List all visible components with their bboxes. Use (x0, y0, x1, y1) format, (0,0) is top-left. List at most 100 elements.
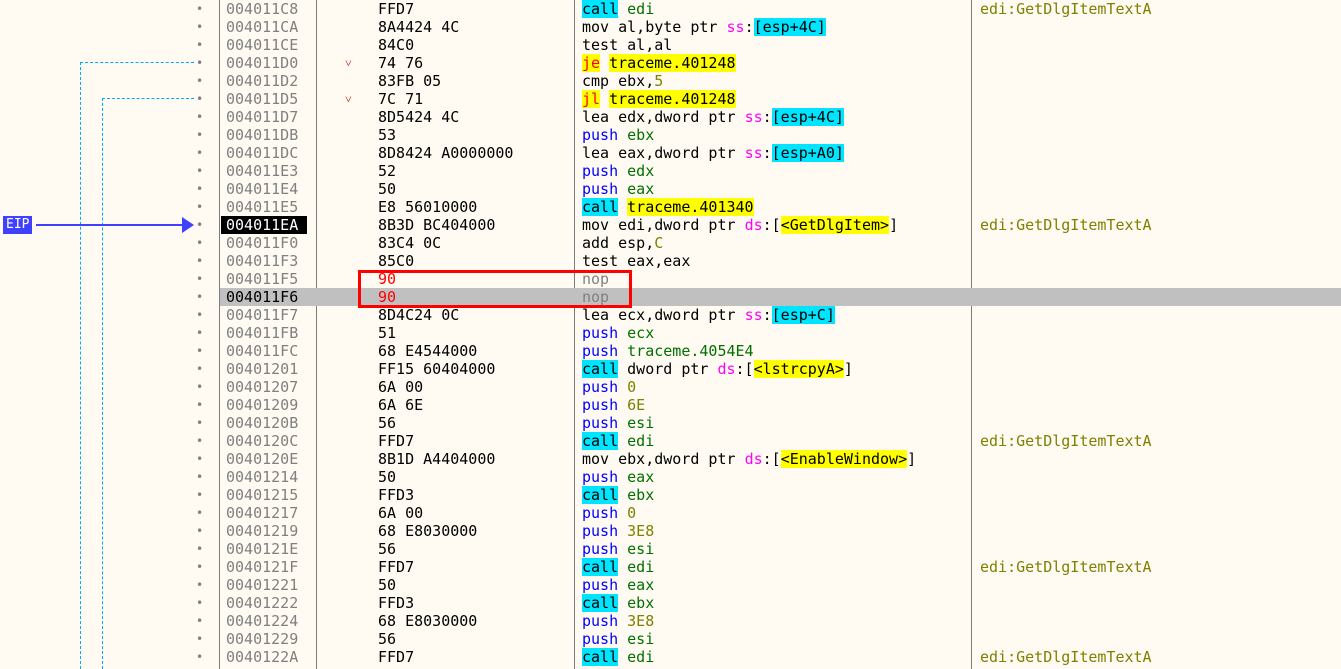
instruction-row[interactable]: • 00401215 FFD3 call ebx (0, 486, 1341, 504)
instruction-row[interactable]: • 004011E5 E8 56010000 call traceme.401340 (0, 198, 1341, 216)
disassembly-token: call (582, 648, 619, 666)
breakpoint-dot-icon[interactable]: • (196, 252, 203, 270)
instruction-row[interactable]: • 004011F6 90 nop (0, 288, 1341, 306)
instruction-row[interactable]: • 00401217 6A 00 push 0 (0, 504, 1341, 522)
instruction-row[interactable]: • 00401221 50 push eax (0, 576, 1341, 594)
instruction-row[interactable]: • 00401222 FFD3 call ebx (0, 594, 1341, 612)
address: 00401224 (226, 612, 299, 630)
breakpoint-dot-icon[interactable]: • (196, 126, 203, 144)
disassembly-token: jl (582, 90, 601, 108)
instruction-row[interactable]: • 0040120C FFD7 call edi edi:GetDlgItemTextA (0, 432, 1341, 450)
breakpoint-dot-icon[interactable]: • (196, 108, 203, 126)
instruction-row[interactable]: • 004011CE 84C0 test al,al (0, 36, 1341, 54)
instruction-row[interactable]: • 00401229 56 push esi (0, 630, 1341, 648)
breakpoint-dot-icon[interactable]: • (196, 522, 203, 540)
instruction-row[interactable]: • 0040120E 8B1D A4404000 mov ebx,dword ptr … (0, 450, 1341, 468)
instruction-row[interactable]: • 00401201 FF15 60404000 call dword ptr ds:… (0, 360, 1341, 378)
breakpoint-dot-icon[interactable]: • (196, 594, 203, 612)
address: 0040120E (226, 450, 299, 468)
opcode-bytes: 8D8424 A0000000 (378, 144, 514, 162)
instruction-row[interactable]: • 004011F5 90 nop (0, 270, 1341, 288)
breakpoint-dot-icon[interactable]: • (196, 630, 203, 648)
breakpoint-dot-icon[interactable]: • (196, 468, 203, 486)
breakpoint-dot-icon[interactable]: • (196, 486, 203, 504)
address: 004011F7 (226, 306, 299, 324)
breakpoint-dot-icon[interactable]: • (196, 432, 203, 450)
instruction-row[interactable]: • 004011EA 8B3D BC404000 mov edi,dword ptr … (0, 216, 1341, 234)
instruction-row[interactable]: • 00401219 68 E8030000 push 3E8 (0, 522, 1341, 540)
breakpoint-dot-icon[interactable]: • (196, 54, 203, 72)
address: 00401219 (226, 522, 299, 540)
disassembly-text: call edi (582, 0, 654, 18)
instruction-row[interactable]: • 004011C8 FFD7 call edi edi:GetDlgItemTextA (0, 0, 1341, 18)
breakpoint-dot-icon[interactable]: • (196, 414, 203, 432)
disassembly-token: edi (618, 648, 655, 666)
instruction-row[interactable]: • 004011D7 8D5424 4C lea edx,dword ptr ss:[… (0, 108, 1341, 126)
breakpoint-dot-icon[interactable]: • (196, 342, 203, 360)
breakpoint-dot-icon[interactable]: • (196, 288, 203, 306)
instruction-row[interactable]: • 004011E4 50 push eax (0, 180, 1341, 198)
disassembly-token: call (582, 486, 619, 504)
breakpoint-dot-icon[interactable]: • (196, 270, 203, 288)
breakpoint-dot-icon[interactable]: • (196, 90, 203, 108)
breakpoint-dot-icon[interactable]: • (196, 36, 203, 54)
breakpoint-dot-icon[interactable]: • (196, 198, 203, 216)
breakpoint-dot-icon[interactable]: • (196, 558, 203, 576)
breakpoint-dot-icon[interactable]: • (196, 612, 203, 630)
disassembly-token: traceme.401248 (609, 54, 736, 72)
instruction-row[interactable]: • 00401209 6A 6E push 6E (0, 396, 1341, 414)
breakpoint-dot-icon[interactable]: • (196, 72, 203, 90)
instruction-row[interactable]: • 004011FB 51 push ecx (0, 324, 1341, 342)
disassembly-token: edi (618, 558, 655, 576)
breakpoint-dot-icon[interactable]: • (196, 180, 203, 198)
instruction-row[interactable]: • 00401214 50 push eax (0, 468, 1341, 486)
instruction-row[interactable]: • 0040121E 56 push esi (0, 540, 1341, 558)
disassembly-token: 0 (627, 378, 637, 396)
disassembly-text: call ebx (582, 486, 654, 504)
instruction-row[interactable]: • 004011F0 83C4 0C add esp,C (0, 234, 1341, 252)
instruction-row[interactable]: • 004011FC 68 E4544000 push traceme.4054E4 (0, 342, 1341, 360)
breakpoint-dot-icon[interactable]: • (196, 144, 203, 162)
disassembly-token: push (582, 180, 619, 198)
opcode-bytes: FF15 60404000 (378, 360, 496, 378)
address: 004011E4 (226, 180, 299, 198)
instruction-row[interactable]: • 004011F7 8D4C24 0C lea ecx,dword ptr ss:[… (0, 306, 1341, 324)
breakpoint-dot-icon[interactable]: • (196, 504, 203, 522)
disassembly-token: [esp+4C] (771, 108, 844, 126)
instruction-row[interactable]: • 004011DC 8D8424 A0000000 lea eax,dword pt… (0, 144, 1341, 162)
breakpoint-dot-icon[interactable]: • (196, 450, 203, 468)
disassembly-token: add esp, (582, 234, 655, 252)
breakpoint-dot-icon[interactable]: • (196, 648, 203, 666)
disassembly-text: push eax (582, 180, 654, 198)
breakpoint-dot-icon[interactable]: • (196, 324, 203, 342)
breakpoint-dot-icon[interactable]: • (196, 162, 203, 180)
instruction-row[interactable]: • 004011E3 52 push edx (0, 162, 1341, 180)
breakpoint-dot-icon[interactable]: • (196, 360, 203, 378)
breakpoint-dot-icon[interactable]: • (196, 216, 203, 234)
disassembly-token: esi (618, 414, 655, 432)
disassembly-token: push (582, 504, 619, 522)
instruction-row[interactable]: • 004011DB 53 push ebx (0, 126, 1341, 144)
breakpoint-dot-icon[interactable]: • (196, 396, 203, 414)
instruction-row[interactable]: • 00401207 6A 00 push 0 (0, 378, 1341, 396)
instruction-row[interactable]: • 0040120B 56 push esi (0, 414, 1341, 432)
instruction-row[interactable]: • 004011D2 83FB 05 cmp ebx,5 (0, 72, 1341, 90)
instruction-row[interactable]: • 0040121F FFD7 call edi edi:GetDlgItemTextA (0, 558, 1341, 576)
address: 004011E3 (226, 162, 299, 180)
instruction-row[interactable]: • 004011F3 85C0 test eax,eax (0, 252, 1341, 270)
breakpoint-dot-icon[interactable]: • (196, 234, 203, 252)
instruction-row[interactable]: • 004011D5 ˅ 7C 71 jl traceme.401248 (0, 90, 1341, 108)
instruction-row[interactable]: • 004011D0 ˅ 74 76 je traceme.401248 (0, 54, 1341, 72)
breakpoint-dot-icon[interactable]: • (196, 540, 203, 558)
disassembly-pane[interactable]: • 004011C8 FFD7 call edi edi:GetDlgItemTextA… (0, 0, 1341, 669)
breakpoint-dot-icon[interactable]: • (196, 18, 203, 36)
instruction-row[interactable]: • 0040122A FFD7 call edi edi:GetDlgItemTextA (0, 648, 1341, 666)
instruction-row[interactable]: • 004011CA 8A4424 4C mov al,byte ptr ss:[es… (0, 18, 1341, 36)
breakpoint-dot-icon[interactable]: • (196, 378, 203, 396)
breakpoint-dot-icon[interactable]: • (196, 306, 203, 324)
breakpoint-dot-icon[interactable]: • (196, 0, 203, 18)
eip-arrow-head-icon (182, 217, 194, 233)
breakpoint-dot-icon[interactable]: • (196, 576, 203, 594)
instruction-row[interactable]: • 00401224 68 E8030000 push 3E8 (0, 612, 1341, 630)
disassembly-token: mov al,byte ptr (582, 18, 727, 36)
